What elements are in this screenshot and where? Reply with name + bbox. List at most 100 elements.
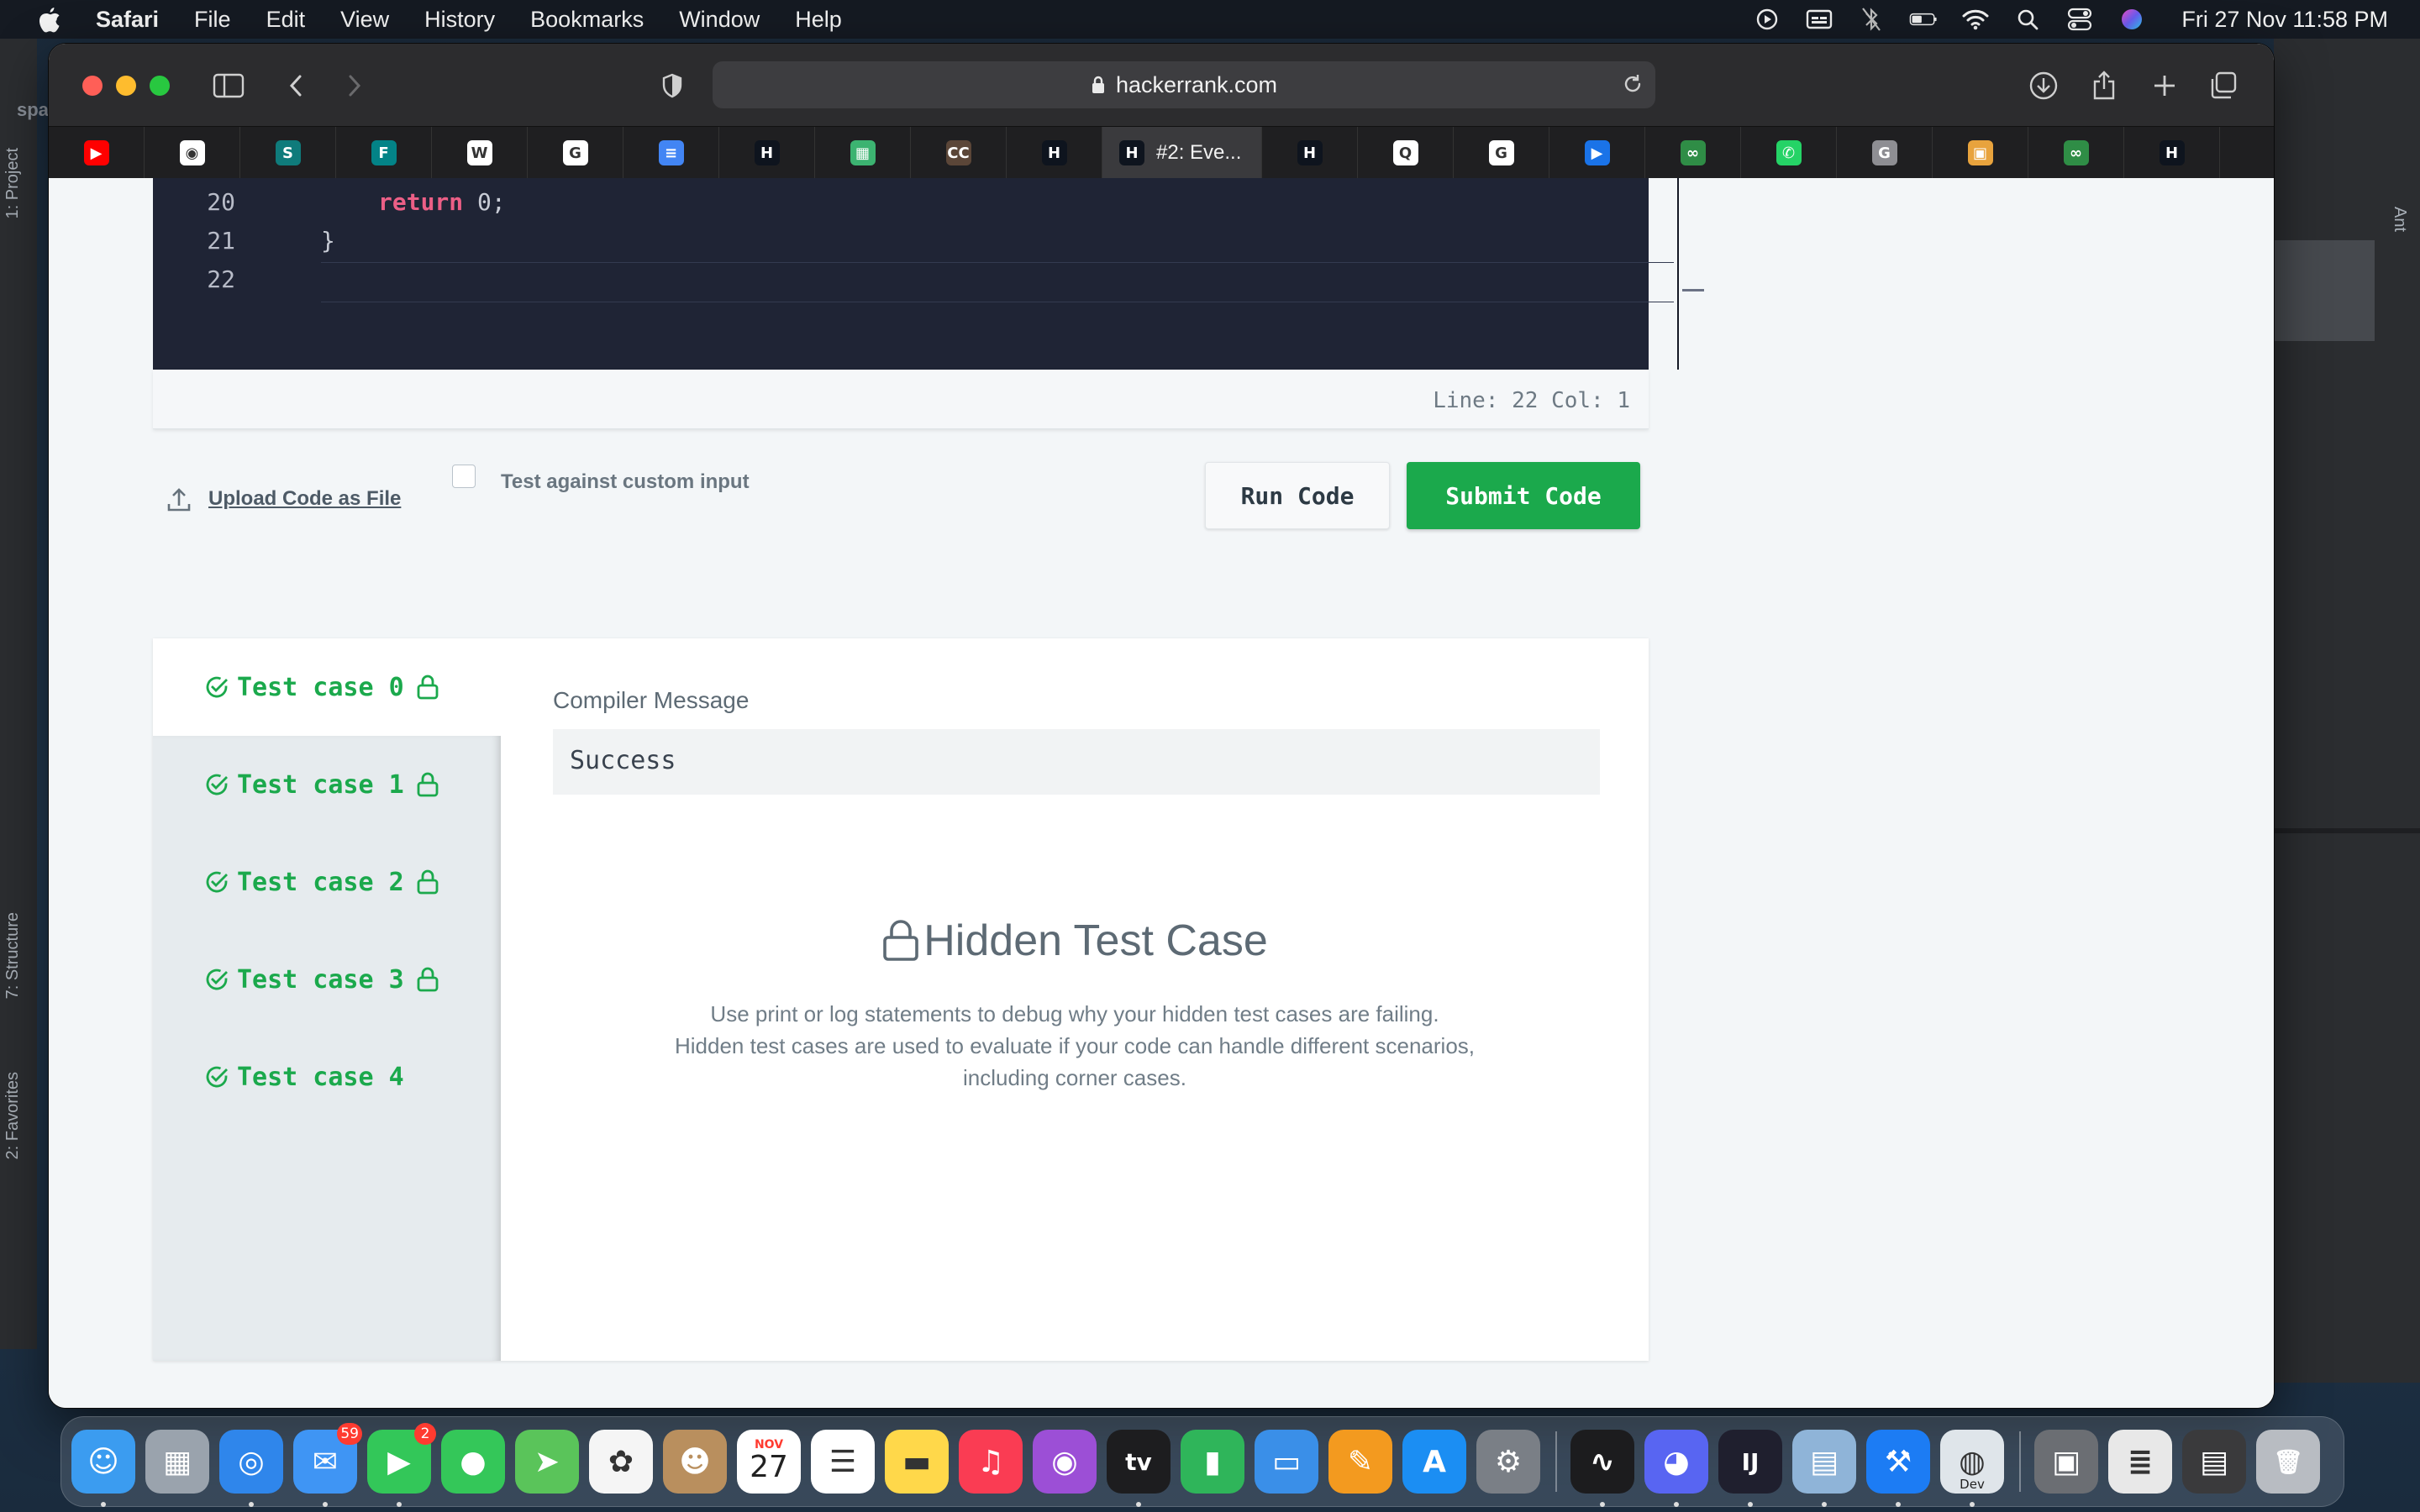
privacy-shield-icon[interactable]	[655, 69, 689, 102]
test-case-1[interactable]: Test case 1	[153, 736, 501, 833]
recent-document-icon[interactable]: ≣	[2108, 1430, 2172, 1494]
back-icon[interactable]	[279, 69, 313, 102]
siri-icon[interactable]	[2118, 7, 2146, 32]
discord-icon[interactable]: ◕	[1644, 1430, 1708, 1507]
menu-edit[interactable]: Edit	[266, 7, 306, 33]
menu-file[interactable]: File	[194, 7, 231, 33]
mail-icon[interactable]: ✉ 59	[293, 1423, 362, 1507]
run-code-button[interactable]: Run Code	[1205, 462, 1390, 529]
menu-history[interactable]: History	[424, 7, 495, 33]
menu-clock[interactable]: Fri 27 Nov 11:58 PM	[2181, 7, 2388, 33]
chrome-dev-icon[interactable]: ◍ Dev	[1940, 1430, 2004, 1507]
browser-tab[interactable]: H #2: Eve...	[1102, 127, 1262, 179]
browser-tab[interactable]: H	[2124, 127, 2220, 179]
zoom-window-button[interactable]	[150, 76, 170, 96]
sidebar-toggle-icon[interactable]	[212, 69, 245, 102]
test-case-0[interactable]: Test case 0	[153, 638, 501, 736]
safari-icon[interactable]: ◎	[219, 1430, 283, 1507]
menu-help[interactable]: Help	[795, 7, 842, 33]
browser-tab[interactable]: H	[719, 127, 815, 179]
recent-window-icon[interactable]: ▤	[2182, 1430, 2246, 1494]
test-case-3[interactable]: Test case 3	[153, 931, 501, 1028]
browser-tab[interactable]: H	[1007, 127, 1102, 179]
tab-overview-icon[interactable]	[2207, 69, 2240, 102]
browser-tab[interactable]: G	[1454, 127, 1549, 179]
browser-tab[interactable]: G	[1837, 127, 1933, 179]
menu-bookmarks[interactable]: Bookmarks	[530, 7, 644, 33]
browser-tab[interactable]: CC	[911, 127, 1007, 179]
reload-icon[interactable]	[1622, 73, 1644, 95]
wifi-icon[interactable]	[1961, 7, 1990, 32]
facetime-icon[interactable]: ▶ 2	[367, 1423, 436, 1507]
calendar-icon[interactable]: NOV 27	[737, 1430, 801, 1494]
trash-icon[interactable]: 🗑	[2256, 1430, 2320, 1494]
browser-tab[interactable]: F	[336, 127, 432, 179]
forward-icon[interactable]	[338, 69, 371, 102]
launchpad-icon[interactable]: ▦	[145, 1430, 209, 1494]
reminders-icon[interactable]: ☰	[811, 1430, 875, 1494]
messages-icon[interactable]: ●	[441, 1430, 505, 1494]
preview-icon[interactable]: ▤	[1792, 1430, 1856, 1507]
numbers-icon[interactable]: ▮	[1181, 1430, 1244, 1494]
code-editor[interactable]: 20 21 22 return 0; }	[153, 178, 1704, 370]
url-text: hackerrank.com	[1115, 71, 1278, 97]
intellij-icon[interactable]: IJ	[1718, 1430, 1782, 1507]
browser-tab[interactable]: ▦	[815, 127, 911, 179]
notes-icon[interactable]: ▬	[885, 1430, 949, 1494]
recent-window-icon[interactable]: ▣	[2034, 1430, 2098, 1494]
activity-monitor-icon[interactable]: ∿	[1570, 1430, 1634, 1507]
keynote-icon[interactable]: ▭	[1255, 1430, 1318, 1494]
xcode-icon[interactable]: ⚒	[1866, 1430, 1930, 1507]
maps-icon[interactable]: ➤	[515, 1430, 579, 1494]
downloads-icon[interactable]	[2027, 69, 2060, 102]
pages-icon[interactable]: ✎	[1328, 1430, 1392, 1494]
browser-tab[interactable]: G	[528, 127, 623, 179]
bluetooth-off-icon[interactable]	[1857, 7, 1886, 32]
battery-icon[interactable]	[1909, 7, 1938, 32]
finder-icon[interactable]: ☺	[71, 1430, 135, 1507]
address-bar[interactable]: hackerrank.com	[713, 61, 1655, 108]
contacts-icon[interactable]: ☻	[663, 1430, 727, 1494]
browser-tab[interactable]: S	[240, 127, 336, 179]
close-window-button[interactable]	[82, 76, 103, 96]
browser-tab[interactable]: ▣	[1933, 127, 2028, 179]
custom-input-toggle[interactable]: Test against custom input	[452, 465, 750, 494]
submit-code-button[interactable]: Submit Code	[1407, 462, 1640, 529]
screen-record-icon[interactable]	[1753, 7, 1781, 32]
control-center-icon[interactable]	[2065, 7, 2094, 32]
browser-tab[interactable]: H	[1262, 127, 1358, 179]
browser-tab[interactable]: ∞	[2028, 127, 2124, 179]
share-icon[interactable]	[2087, 69, 2121, 102]
browser-tab[interactable]: ▶	[49, 127, 145, 179]
custom-input-checkbox[interactable]	[452, 465, 476, 488]
browser-tab[interactable]: ∞	[1645, 127, 1741, 179]
menu-app-name[interactable]: Safari	[96, 7, 159, 33]
apple-menu-icon[interactable]	[37, 5, 62, 34]
ide-tab-project[interactable]: 1: Project	[3, 148, 23, 218]
upload-code-link[interactable]: Upload Code as File	[166, 486, 401, 512]
tv-icon[interactable]: tv	[1107, 1430, 1171, 1507]
music-icon[interactable]: ♫	[959, 1430, 1023, 1494]
browser-tab[interactable]: ▶	[1549, 127, 1645, 179]
ide-tab-ant[interactable]: Ant	[2390, 207, 2409, 232]
ide-tab-structure[interactable]: 7: Structure	[3, 912, 23, 999]
system-preferences-icon[interactable]: ⚙	[1476, 1430, 1540, 1494]
new-tab-icon[interactable]	[2148, 69, 2181, 102]
caption-icon[interactable]	[1805, 7, 1833, 32]
menu-window[interactable]: Window	[679, 7, 760, 33]
podcasts-icon[interactable]: ◉	[1033, 1430, 1097, 1494]
photos-icon[interactable]: ✿	[589, 1430, 653, 1494]
browser-tab[interactable]: ◉	[145, 127, 240, 179]
ide-tab-favorites[interactable]: 2: Favorites	[3, 1072, 23, 1159]
test-case-2[interactable]: Test case 2	[153, 833, 501, 931]
browser-tab[interactable]: ✆	[1741, 127, 1837, 179]
browser-tab[interactable]: W	[432, 127, 528, 179]
test-case-4[interactable]: Test case 4	[153, 1028, 501, 1126]
spotlight-search-icon[interactable]	[2013, 7, 2042, 32]
browser-tab[interactable]: Q	[1358, 127, 1454, 179]
menu-view[interactable]: View	[340, 7, 389, 33]
app-store-icon[interactable]: A	[1402, 1430, 1466, 1494]
browser-tab[interactable]: ≡	[623, 127, 719, 179]
editor-scrollbar[interactable]	[1677, 178, 1679, 370]
minimize-window-button[interactable]	[116, 76, 136, 96]
